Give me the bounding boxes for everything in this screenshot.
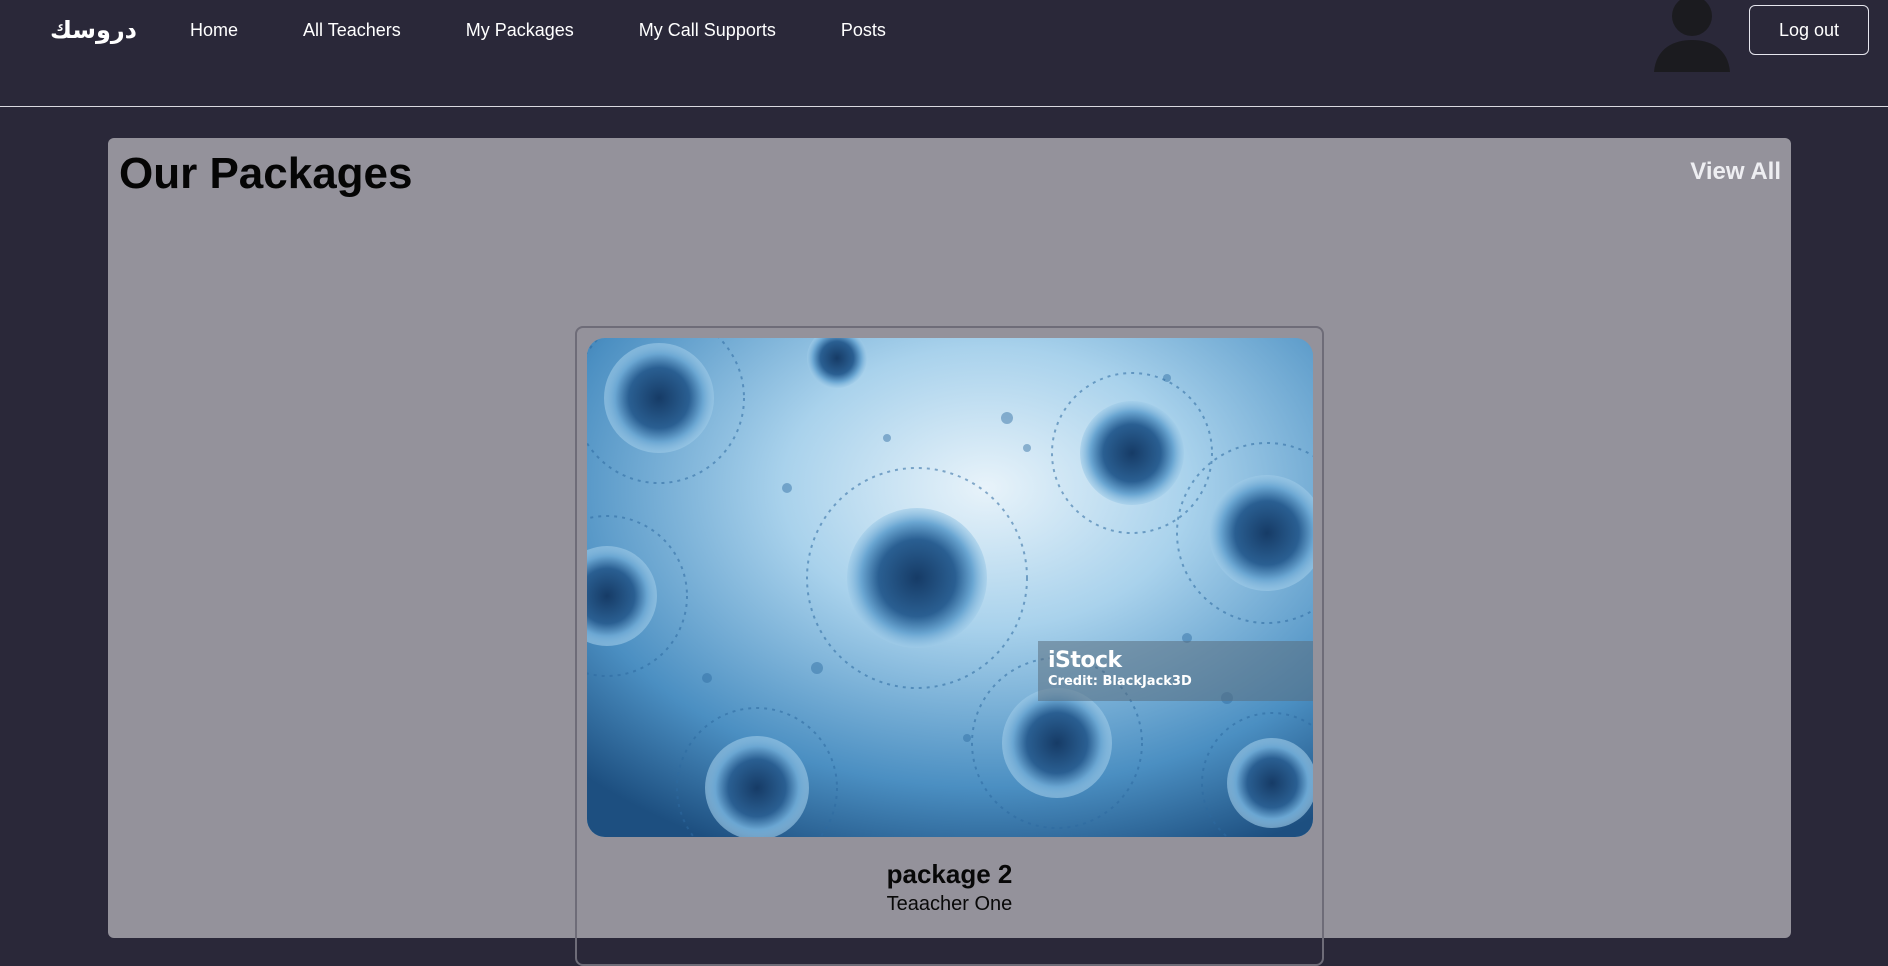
image-watermark: iStock Credit: BlackJack3D (1038, 641, 1313, 701)
brand-logo[interactable]: دروسك (50, 14, 137, 46)
packages-title: Our Packages (119, 149, 413, 198)
nav-link-my-packages[interactable]: My Packages (466, 18, 574, 42)
package-image: iStock Credit: BlackJack3D (587, 338, 1313, 837)
package-card[interactable]: iStock Credit: BlackJack3D package 2 Tea… (575, 326, 1324, 966)
top-navbar: دروسك Home All Teachers My Packages My C… (0, 0, 1888, 107)
nav-link-all-teachers[interactable]: All Teachers (303, 18, 401, 42)
nav-links: Home All Teachers My Packages My Call Su… (190, 18, 951, 42)
packages-panel: Our Packages View All iStock Credit: Bla… (108, 138, 1791, 966)
logout-button[interactable]: Log out (1749, 5, 1869, 55)
watermark-credit: Credit: BlackJack3D (1048, 674, 1192, 689)
view-all-link[interactable]: View All (1690, 158, 1781, 186)
nav-link-my-call-supports[interactable]: My Call Supports (639, 18, 776, 42)
watermark-brand: iStock (1048, 648, 1122, 673)
package-teacher: Teaacher One (886, 893, 1013, 915)
nav-link-posts[interactable]: Posts (841, 18, 886, 42)
package-name: package 2 (886, 859, 1013, 889)
user-avatar-icon[interactable] (1652, 0, 1732, 72)
nav-link-home[interactable]: Home (190, 18, 238, 42)
